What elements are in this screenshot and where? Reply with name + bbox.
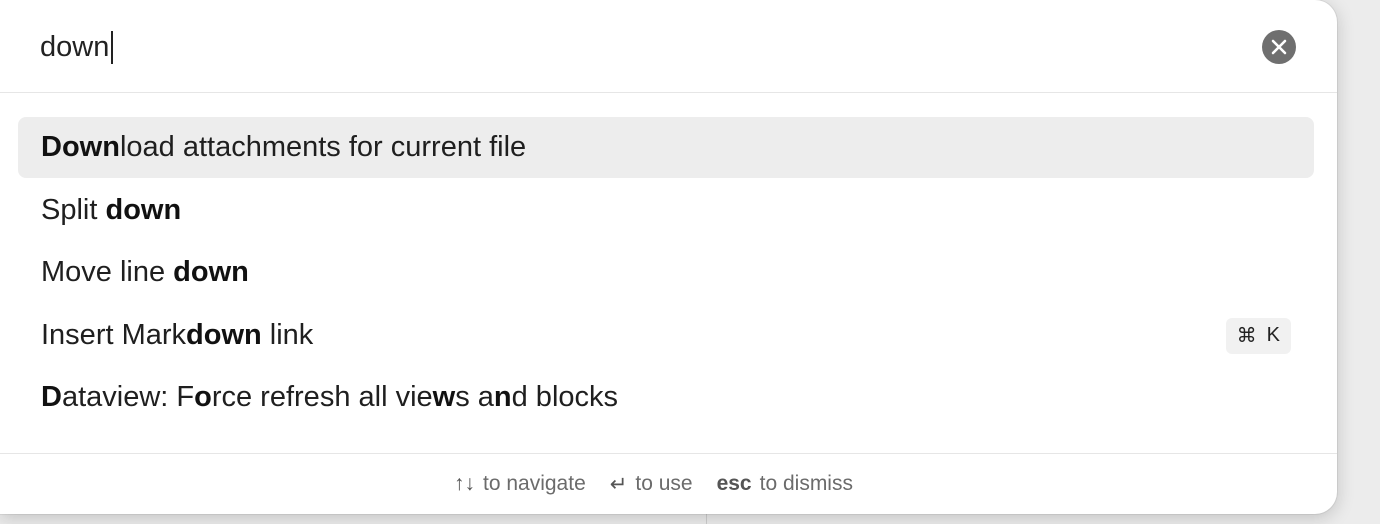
search-input[interactable] [40,24,1220,70]
esc-key: esc [716,472,752,495]
result-label: Move line down [41,256,249,289]
match-highlight: Down [41,131,120,163]
result-label: Insert Markdown link [41,319,313,352]
result-item[interactable]: Insert Markdown link ⌘ K [18,305,1314,366]
hint-navigate: ↑↓ to navigate [454,472,586,496]
hint-use: ↵ to use [610,472,693,497]
match-highlight: down [105,193,182,226]
match-highlight: n [493,381,512,413]
search-row [0,0,1337,93]
result-item[interactable]: Split down [18,180,1314,241]
label-text: d blocks [511,381,619,413]
match-highlight: o [194,381,212,413]
result-label: Split down [41,194,181,227]
result-item[interactable]: Download attachments for current file [18,117,1314,178]
command-key-icon: ⌘ [1236,325,1257,347]
results-list: Download attachments for current file Spl… [18,117,1314,430]
label-text: Split [41,193,106,226]
command-palette: Download attachments for current fileSpl… [0,0,1337,514]
label-text: Move line [41,256,174,288]
text-caret [111,31,113,64]
label-text: s a [455,381,494,413]
result-label: Dataview: Force refresh all views and bl… [41,381,618,414]
label-text: ataview: F [61,381,195,413]
label-text: link [261,318,314,351]
navigate-arrows-icon: ↑↓ [454,472,475,495]
close-icon [1271,39,1287,55]
hotkey-badge: ⌘ K [1225,317,1291,354]
match-highlight: down [173,256,249,288]
hotkey-key: K [1266,324,1280,346]
match-highlight: down [186,318,262,351]
match-highlight: w [432,381,456,413]
result-label: Download attachments for current file [41,131,526,164]
label-text: load attachments for current file [119,131,527,163]
hint-dismiss-label: to dismiss [759,472,853,495]
enter-icon: ↵ [609,472,628,496]
label-text: Insert Mark [41,318,187,351]
result-item[interactable]: Dataview: Force refresh all views and bl… [18,367,1314,428]
clear-search-button[interactable] [1262,30,1296,64]
hint-navigate-label: to navigate [483,472,586,495]
label-text: rce refresh all vie [211,381,433,413]
match-highlight: D [41,381,62,413]
keyboard-hints: ↑↓ to navigate ↵ to use esc to dismiss [0,453,1337,514]
hint-use-label: to use [635,472,693,495]
hint-dismiss: esc to dismiss [717,472,853,496]
result-item[interactable]: Move line down [18,242,1314,303]
